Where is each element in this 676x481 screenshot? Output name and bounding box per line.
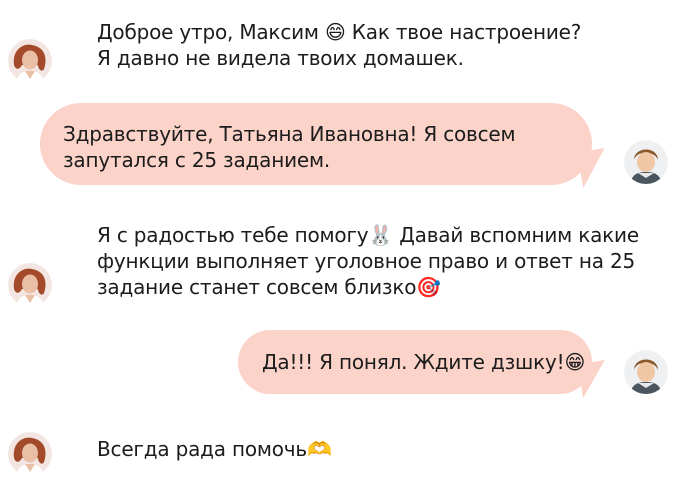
teacher-avatar [8, 432, 52, 476]
message-line: Доброе утро, Максим 😄 Как твое настроени… [97, 20, 582, 44]
student-avatar [624, 350, 668, 394]
student-avatar [624, 140, 668, 184]
message-line: Всегда рада помочь🫶 [97, 437, 332, 461]
message-line: функции выполняет уголовное право и отве… [97, 249, 636, 273]
teacher-avatar [8, 39, 52, 83]
teacher-message: Я с радостью тебе помогу🐰 Давай вспомним… [97, 222, 639, 300]
student-message: Да!!! Я понял. Ждите дзшку!😁 [262, 349, 585, 375]
student-message: Здравствуйте, Татьяна Ивановна! Я совсем… [63, 121, 516, 173]
message-line: Да!!! Я понял. Ждите дзшку!😁 [262, 350, 586, 374]
teacher-avatar [8, 263, 52, 307]
teacher-message: Всегда рада помочь🫶 [97, 436, 332, 462]
message-line: задание станет совсем близко🎯 [97, 275, 441, 299]
teacher-message: Доброе утро, Максим 😄 Как твое настроени… [97, 19, 581, 71]
message-line: запутался с 25 заданием. [63, 148, 331, 172]
bubble-tail [577, 147, 611, 189]
message-line: Я с радостью тебе помогу🐰 Давай вспомним… [97, 223, 639, 247]
message-line: Здравствуйте, Татьяна Ивановна! Я совсем [63, 122, 516, 146]
message-line: Я давно не видела твоих домашек. [97, 46, 464, 70]
